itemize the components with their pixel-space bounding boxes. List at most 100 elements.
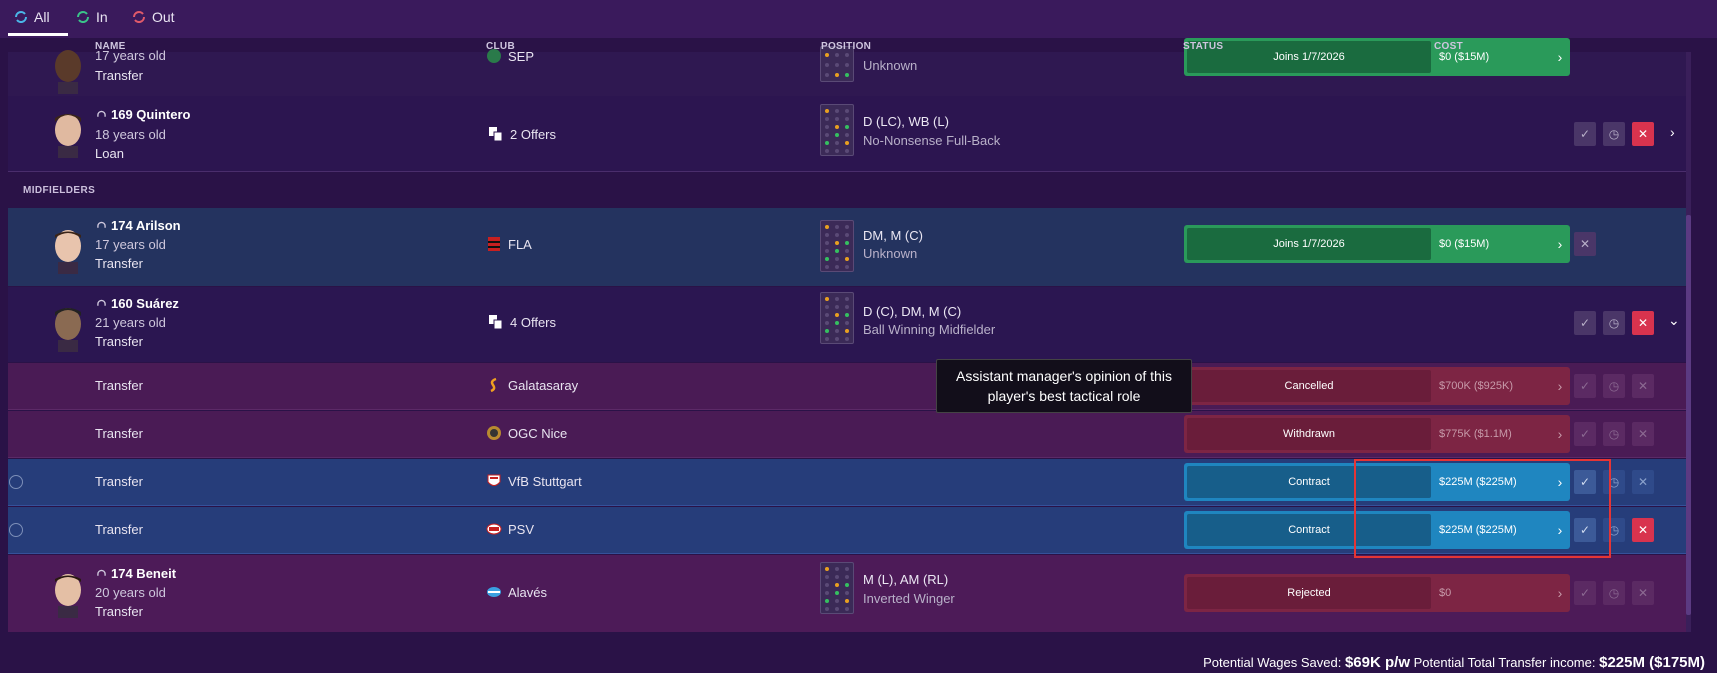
- clock-icon[interactable]: ◷: [1603, 581, 1625, 605]
- tab-out[interactable]: Out: [132, 6, 175, 28]
- club-crest-icon: [487, 474, 501, 486]
- accept-icon[interactable]: ✓: [1574, 581, 1596, 605]
- transfer-all-icon: [15, 11, 27, 23]
- offers-count: 4 Offers: [510, 314, 557, 330]
- player-position: M (L), AM (RL): [863, 572, 949, 587]
- player-age: 21 years old: [95, 315, 166, 330]
- close-icon[interactable]: ✕: [1632, 422, 1654, 446]
- tab-in[interactable]: In: [76, 6, 108, 28]
- club-crest-icon: [488, 237, 500, 251]
- close-icon[interactable]: ✕: [1632, 374, 1654, 398]
- close-icon[interactable]: ✕: [1574, 232, 1596, 256]
- position-dot: [835, 125, 839, 129]
- chevron-right-icon: ›: [1557, 236, 1563, 252]
- highlight-box: [1354, 459, 1611, 558]
- status-label: Joins 1/7/2026: [1187, 228, 1431, 260]
- position-dot: [845, 337, 849, 341]
- transfer-out-icon: [133, 11, 145, 23]
- header-club[interactable]: CLUB: [486, 41, 515, 52]
- club-link[interactable]: FLA: [486, 236, 532, 252]
- close-icon[interactable]: ✕: [1632, 311, 1654, 335]
- position-dot: [825, 591, 829, 595]
- player-deal-type: Transfer: [95, 604, 143, 619]
- player-deal-type: Loan: [95, 146, 124, 161]
- header-name[interactable]: NAME: [95, 41, 126, 52]
- position-dot: [845, 249, 849, 253]
- position-dot: [845, 599, 849, 603]
- club-crest-icon: [487, 426, 501, 440]
- offer-deal-type: Transfer: [95, 426, 143, 441]
- position-dot: [825, 297, 829, 301]
- accept-icon[interactable]: ✓: [1574, 311, 1596, 335]
- headphone-icon: [97, 299, 106, 306]
- position-dot: [835, 321, 839, 325]
- chevron-right-icon[interactable]: ›: [1670, 124, 1675, 140]
- chevron-right-icon: ›: [1557, 378, 1563, 394]
- clock-icon[interactable]: ◷: [1603, 122, 1625, 146]
- player-name[interactable]: 174 Beneit: [97, 566, 176, 581]
- club-link[interactable]: Galatasaray: [486, 377, 578, 393]
- cost-value: $0: [1439, 587, 1452, 599]
- position-pitch-icon: [820, 562, 854, 614]
- position-dot: [845, 73, 849, 77]
- player-position: DM, M (C): [863, 228, 923, 243]
- club-link[interactable]: PSV: [486, 521, 534, 537]
- close-icon[interactable]: ✕: [1632, 470, 1654, 494]
- position-dot: [845, 567, 849, 571]
- select-circle-icon[interactable]: [9, 523, 23, 537]
- position-pitch-icon: [820, 220, 854, 272]
- status-bar[interactable]: Cancelled $700K ($925K) ›: [1184, 367, 1570, 405]
- player-role: No-Nonsense Full-Back: [863, 133, 1001, 148]
- tab-out-label: Out: [152, 9, 175, 25]
- header-position[interactable]: POSITION: [821, 41, 871, 52]
- chevron-down-icon[interactable]: ⌄: [1668, 312, 1680, 329]
- clock-icon[interactable]: ◷: [1603, 374, 1625, 398]
- club-link[interactable]: VfB Stuttgart: [486, 473, 582, 489]
- status-bar[interactable]: Rejected $0 ›: [1184, 574, 1570, 612]
- tab-all[interactable]: All: [14, 6, 50, 28]
- accept-icon[interactable]: ✓: [1574, 122, 1596, 146]
- accept-icon[interactable]: ✓: [1574, 422, 1596, 446]
- position-dot: [825, 233, 829, 237]
- position-dot: [835, 225, 839, 229]
- club-link[interactable]: OGC Nice: [486, 425, 567, 441]
- select-circle-icon[interactable]: [9, 475, 23, 489]
- club-link[interactable]: Alavés: [486, 584, 547, 600]
- close-icon[interactable]: ✕: [1632, 518, 1654, 542]
- position-dot: [845, 321, 849, 325]
- close-icon[interactable]: ✕: [1632, 581, 1654, 605]
- header-status[interactable]: STATUS: [1183, 41, 1223, 52]
- player-name[interactable]: 174 Arilson: [97, 218, 181, 233]
- chevron-right-icon: ›: [1557, 585, 1563, 601]
- position-dot: [825, 73, 829, 77]
- status-label: Withdrawn: [1187, 418, 1431, 450]
- position-dot: [825, 241, 829, 245]
- clock-icon[interactable]: ◷: [1603, 311, 1625, 335]
- position-dot: [845, 607, 849, 611]
- offers-link[interactable]: 4 Offers: [488, 314, 556, 330]
- position-dot: [825, 329, 829, 333]
- clock-icon[interactable]: ◷: [1603, 422, 1625, 446]
- status-bar[interactable]: Withdrawn $775K ($1.1M) ›: [1184, 415, 1570, 453]
- offers-count: 2 Offers: [510, 126, 557, 142]
- player-face-avatar: [55, 574, 81, 618]
- position-dot: [825, 225, 829, 229]
- position-pitch-icon: [820, 292, 854, 344]
- club-crest-icon: [487, 587, 501, 597]
- position-dot: [845, 329, 849, 333]
- position-dot: [825, 149, 829, 153]
- section-midfielders: MIDFIELDERS: [23, 185, 96, 196]
- player-name[interactable]: 169 Quintero: [97, 107, 190, 122]
- close-icon[interactable]: ✕: [1632, 122, 1654, 146]
- accept-icon[interactable]: ✓: [1574, 374, 1596, 398]
- scrollbar-thumb[interactable]: [1686, 215, 1691, 615]
- position-dot: [835, 117, 839, 121]
- position-dot: [825, 141, 829, 145]
- status-bar[interactable]: Joins 1/7/2026 $0 ($15M) ›: [1184, 225, 1570, 263]
- position-dot: [835, 297, 839, 301]
- offer-deal-type: Transfer: [95, 378, 143, 393]
- header-cost[interactable]: COST: [1434, 41, 1463, 52]
- offers-link[interactable]: 2 Offers: [488, 126, 556, 142]
- offers-icon: [489, 127, 503, 142]
- player-name[interactable]: 160 Suárez: [97, 296, 179, 311]
